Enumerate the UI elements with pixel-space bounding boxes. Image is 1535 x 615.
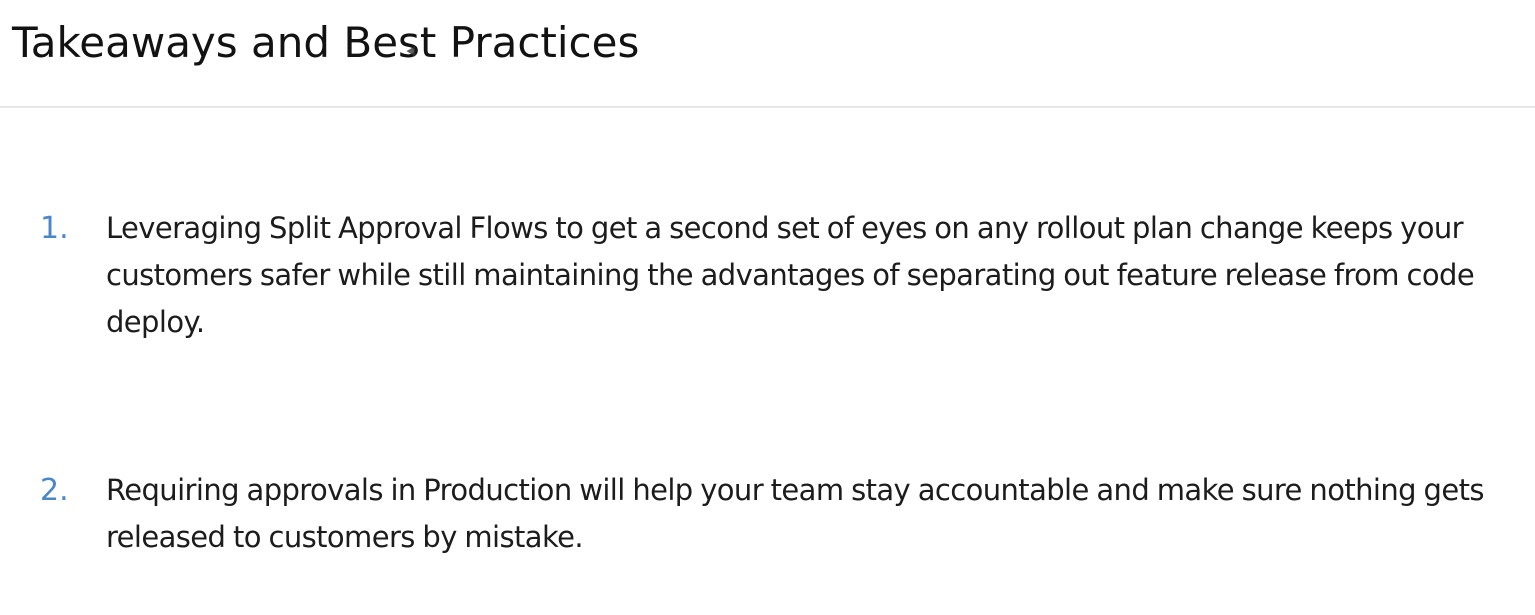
list-number: 1.: [40, 211, 69, 246]
slide-header: Takeaways and Best Practices: [0, 0, 1535, 108]
takeaway-text: Requiring approvals in Production will h…: [106, 473, 1484, 554]
slide-title: Takeaways and Best Practices: [12, 18, 640, 67]
takeaway-text: Leveraging Split Approval Flows to get a…: [106, 211, 1475, 339]
list-number: 2.: [40, 473, 69, 508]
